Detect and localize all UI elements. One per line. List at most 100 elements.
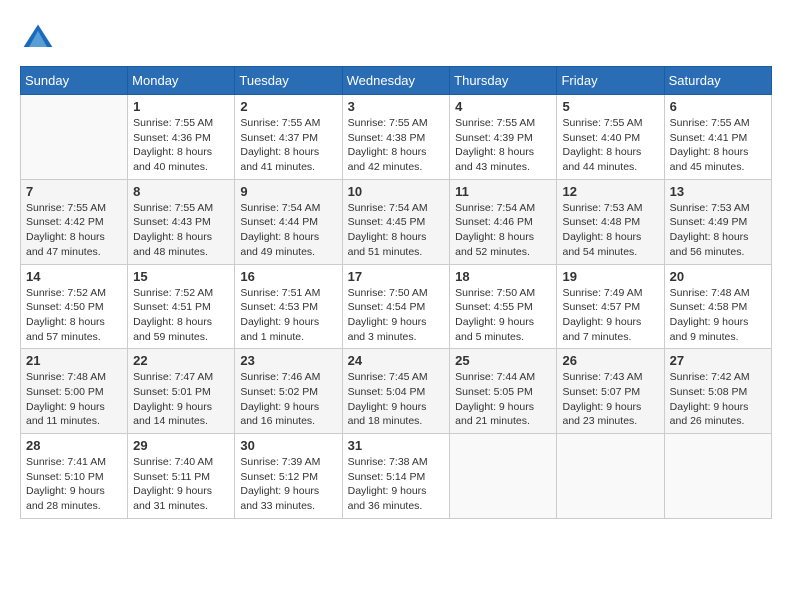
day-sunrise: Sunrise: 7:50 AM (455, 287, 535, 299)
calendar-day-cell: 16 Sunrise: 7:51 AM Sunset: 4:53 PM Dayl… (235, 264, 342, 349)
day-daylight: Daylight: 9 hours and 9 minutes. (670, 316, 749, 343)
day-daylight: Daylight: 9 hours and 36 minutes. (348, 485, 427, 512)
calendar-day-cell (450, 434, 557, 519)
calendar-week-row: 7 Sunrise: 7:55 AM Sunset: 4:42 PM Dayli… (21, 179, 772, 264)
day-sunrise: Sunrise: 7:54 AM (348, 202, 428, 214)
day-sunrise: Sunrise: 7:41 AM (26, 456, 106, 468)
day-number: 19 (562, 269, 658, 284)
day-sunrise: Sunrise: 7:55 AM (26, 202, 106, 214)
day-number: 14 (26, 269, 122, 284)
day-number: 3 (348, 99, 445, 114)
calendar-day-cell (664, 434, 771, 519)
calendar-day-cell: 27 Sunrise: 7:42 AM Sunset: 5:08 PM Dayl… (664, 349, 771, 434)
calendar-week-row: 21 Sunrise: 7:48 AM Sunset: 5:00 PM Dayl… (21, 349, 772, 434)
day-daylight: Daylight: 9 hours and 16 minutes. (240, 401, 319, 428)
calendar-week-row: 28 Sunrise: 7:41 AM Sunset: 5:10 PM Dayl… (21, 434, 772, 519)
day-sunrise: Sunrise: 7:55 AM (670, 117, 750, 129)
day-sunrise: Sunrise: 7:46 AM (240, 371, 320, 383)
calendar-day-cell: 13 Sunrise: 7:53 AM Sunset: 4:49 PM Dayl… (664, 179, 771, 264)
day-daylight: Daylight: 8 hours and 43 minutes. (455, 146, 534, 173)
day-sunset: Sunset: 4:58 PM (670, 301, 748, 313)
day-sunset: Sunset: 4:46 PM (455, 216, 533, 228)
calendar-day-cell: 4 Sunrise: 7:55 AM Sunset: 4:39 PM Dayli… (450, 95, 557, 180)
day-sunset: Sunset: 5:08 PM (670, 386, 748, 398)
day-number: 31 (348, 438, 445, 453)
day-sunrise: Sunrise: 7:55 AM (562, 117, 642, 129)
calendar-day-cell: 31 Sunrise: 7:38 AM Sunset: 5:14 PM Dayl… (342, 434, 450, 519)
day-sunset: Sunset: 5:07 PM (562, 386, 640, 398)
day-number: 24 (348, 353, 445, 368)
calendar-week-row: 1 Sunrise: 7:55 AM Sunset: 4:36 PM Dayli… (21, 95, 772, 180)
day-sunrise: Sunrise: 7:47 AM (133, 371, 213, 383)
calendar-day-cell: 9 Sunrise: 7:54 AM Sunset: 4:44 PM Dayli… (235, 179, 342, 264)
day-daylight: Daylight: 8 hours and 42 minutes. (348, 146, 427, 173)
day-daylight: Daylight: 9 hours and 26 minutes. (670, 401, 749, 428)
day-number: 29 (133, 438, 229, 453)
day-sunset: Sunset: 4:43 PM (133, 216, 211, 228)
day-sunrise: Sunrise: 7:45 AM (348, 371, 428, 383)
logo (20, 20, 62, 56)
calendar-day-cell: 26 Sunrise: 7:43 AM Sunset: 5:07 PM Dayl… (557, 349, 664, 434)
day-sunset: Sunset: 5:11 PM (133, 471, 210, 483)
day-sunset: Sunset: 4:55 PM (455, 301, 533, 313)
day-daylight: Daylight: 9 hours and 18 minutes. (348, 401, 427, 428)
day-number: 30 (240, 438, 336, 453)
day-number: 9 (240, 184, 336, 199)
day-number: 27 (670, 353, 766, 368)
calendar-day-cell: 29 Sunrise: 7:40 AM Sunset: 5:11 PM Dayl… (128, 434, 235, 519)
calendar-day-cell: 1 Sunrise: 7:55 AM Sunset: 4:36 PM Dayli… (128, 95, 235, 180)
calendar-day-cell: 24 Sunrise: 7:45 AM Sunset: 5:04 PM Dayl… (342, 349, 450, 434)
page-header (20, 20, 772, 56)
day-daylight: Daylight: 9 hours and 21 minutes. (455, 401, 534, 428)
calendar-day-cell: 2 Sunrise: 7:55 AM Sunset: 4:37 PM Dayli… (235, 95, 342, 180)
day-daylight: Daylight: 8 hours and 45 minutes. (670, 146, 749, 173)
day-sunset: Sunset: 4:36 PM (133, 132, 211, 144)
day-sunset: Sunset: 4:51 PM (133, 301, 211, 313)
day-sunrise: Sunrise: 7:55 AM (133, 202, 213, 214)
day-sunset: Sunset: 5:10 PM (26, 471, 104, 483)
logo-icon (20, 20, 56, 56)
day-sunrise: Sunrise: 7:54 AM (240, 202, 320, 214)
day-number: 26 (562, 353, 658, 368)
day-daylight: Daylight: 8 hours and 57 minutes. (26, 316, 105, 343)
day-sunrise: Sunrise: 7:51 AM (240, 287, 320, 299)
day-daylight: Daylight: 9 hours and 33 minutes. (240, 485, 319, 512)
day-sunrise: Sunrise: 7:48 AM (26, 371, 106, 383)
day-number: 4 (455, 99, 551, 114)
days-header-row: SundayMondayTuesdayWednesdayThursdayFrid… (21, 67, 772, 95)
day-daylight: Daylight: 8 hours and 52 minutes. (455, 231, 534, 258)
calendar-day-cell (557, 434, 664, 519)
day-sunrise: Sunrise: 7:39 AM (240, 456, 320, 468)
day-sunset: Sunset: 4:57 PM (562, 301, 640, 313)
day-number: 2 (240, 99, 336, 114)
calendar-day-cell: 18 Sunrise: 7:50 AM Sunset: 4:55 PM Dayl… (450, 264, 557, 349)
day-daylight: Daylight: 9 hours and 14 minutes. (133, 401, 212, 428)
day-sunset: Sunset: 5:01 PM (133, 386, 211, 398)
day-number: 5 (562, 99, 658, 114)
day-number: 20 (670, 269, 766, 284)
calendar-day-cell: 25 Sunrise: 7:44 AM Sunset: 5:05 PM Dayl… (450, 349, 557, 434)
day-sunrise: Sunrise: 7:40 AM (133, 456, 213, 468)
calendar-day-cell: 19 Sunrise: 7:49 AM Sunset: 4:57 PM Dayl… (557, 264, 664, 349)
day-daylight: Daylight: 9 hours and 7 minutes. (562, 316, 641, 343)
calendar-day-cell: 14 Sunrise: 7:52 AM Sunset: 4:50 PM Dayl… (21, 264, 128, 349)
calendar-day-cell: 22 Sunrise: 7:47 AM Sunset: 5:01 PM Dayl… (128, 349, 235, 434)
day-of-week-header: Monday (128, 67, 235, 95)
day-sunrise: Sunrise: 7:49 AM (562, 287, 642, 299)
calendar-day-cell: 15 Sunrise: 7:52 AM Sunset: 4:51 PM Dayl… (128, 264, 235, 349)
day-sunset: Sunset: 4:45 PM (348, 216, 426, 228)
day-sunset: Sunset: 5:14 PM (348, 471, 426, 483)
calendar-day-cell: 6 Sunrise: 7:55 AM Sunset: 4:41 PM Dayli… (664, 95, 771, 180)
calendar-day-cell: 3 Sunrise: 7:55 AM Sunset: 4:38 PM Dayli… (342, 95, 450, 180)
day-daylight: Daylight: 8 hours and 48 minutes. (133, 231, 212, 258)
day-daylight: Daylight: 8 hours and 59 minutes. (133, 316, 212, 343)
calendar-week-row: 14 Sunrise: 7:52 AM Sunset: 4:50 PM Dayl… (21, 264, 772, 349)
day-number: 16 (240, 269, 336, 284)
day-sunrise: Sunrise: 7:55 AM (348, 117, 428, 129)
day-sunset: Sunset: 4:38 PM (348, 132, 426, 144)
day-sunrise: Sunrise: 7:54 AM (455, 202, 535, 214)
day-sunrise: Sunrise: 7:44 AM (455, 371, 535, 383)
day-daylight: Daylight: 9 hours and 11 minutes. (26, 401, 105, 428)
day-number: 1 (133, 99, 229, 114)
day-sunrise: Sunrise: 7:55 AM (133, 117, 213, 129)
